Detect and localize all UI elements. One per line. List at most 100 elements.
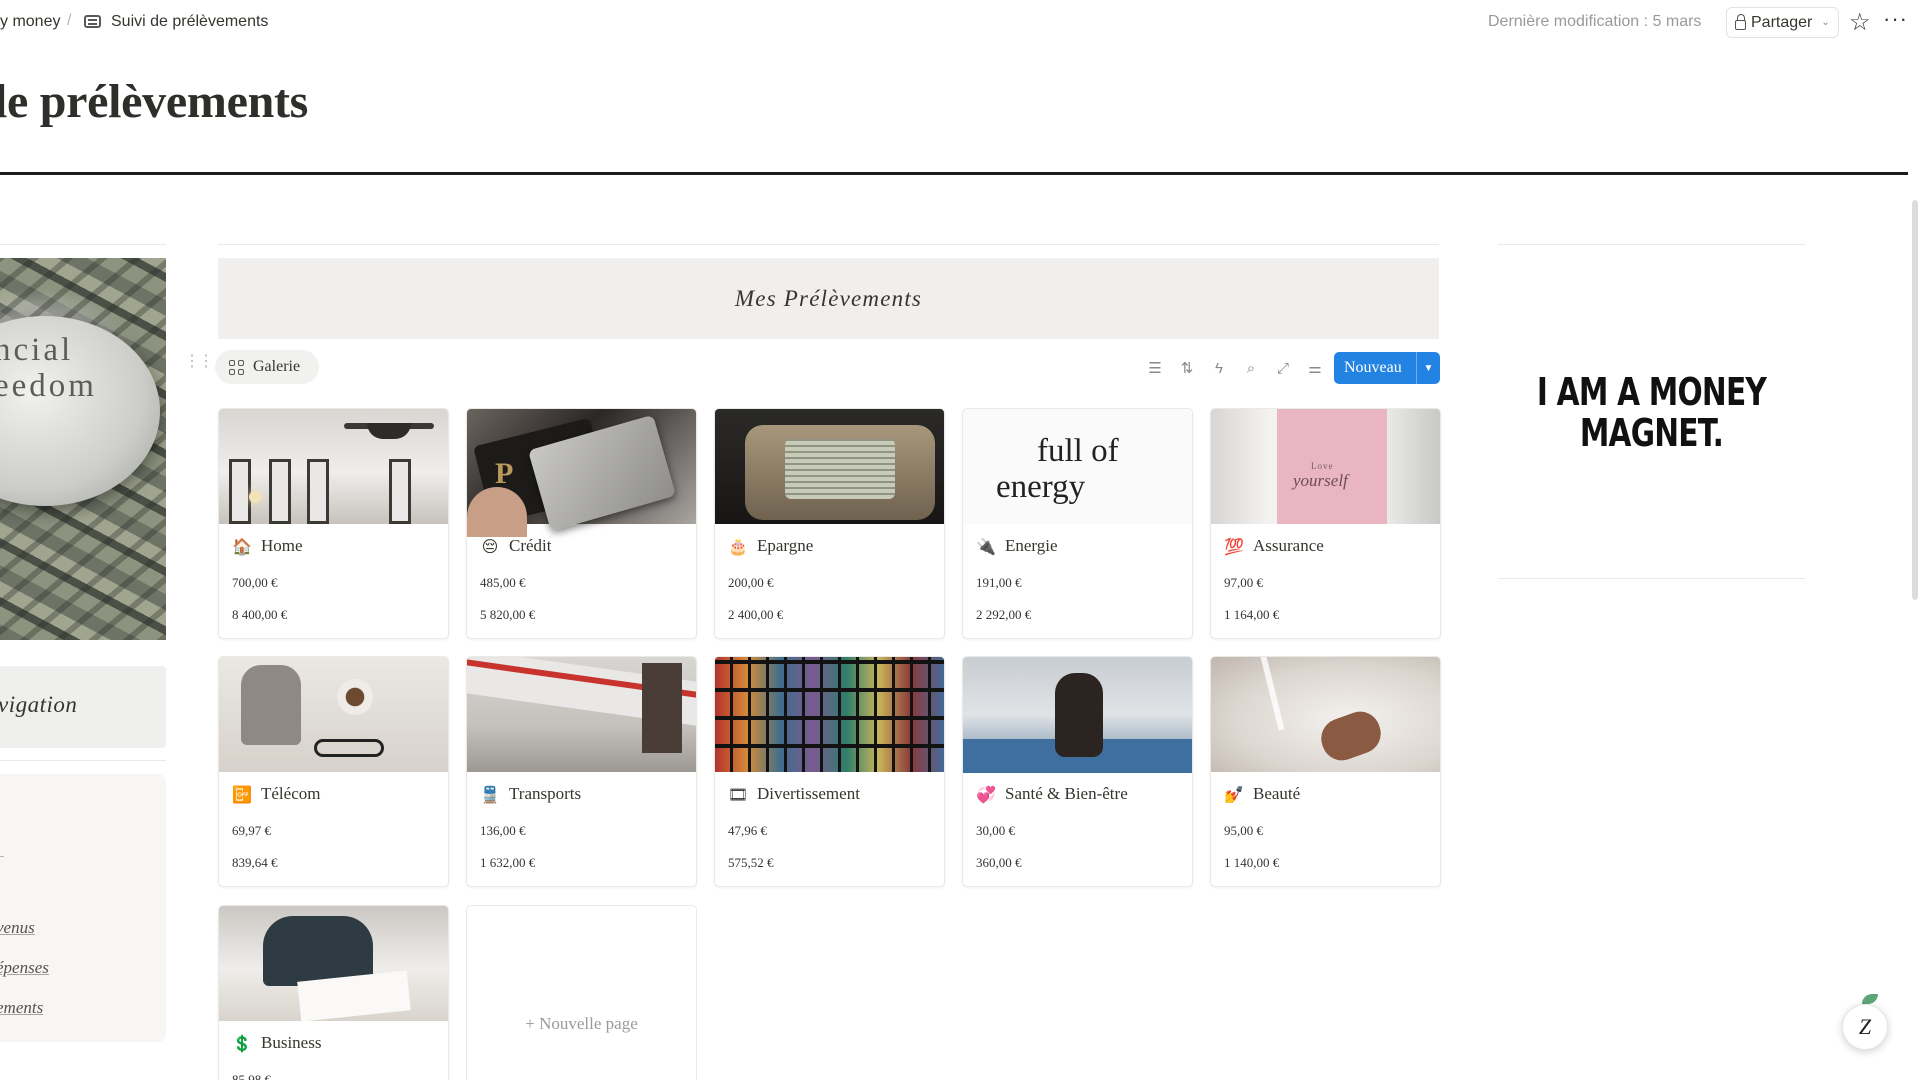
card-title: Epargne bbox=[757, 536, 814, 555]
gallery-card-sante[interactable]: 💞 Santé & Bien-être 30,00 € 360,00 € bbox=[962, 656, 1193, 887]
card-yearly-amount: 1 140,00 € bbox=[1224, 855, 1280, 870]
share-button[interactable]: Partager ⌄ bbox=[1726, 7, 1839, 38]
card-title: Transports bbox=[509, 784, 582, 803]
chevron-down-icon[interactable]: ▼ bbox=[1417, 363, 1440, 374]
card-cover-image bbox=[715, 657, 944, 772]
gallery-card-assurance[interactable]: Love yourself 💯 Assurance 97,00 € 1 164,0… bbox=[1210, 408, 1441, 639]
top-bar: y money / Suivi de prélèvements Dernière… bbox=[0, 0, 1920, 45]
card-cover-image bbox=[219, 906, 448, 1022]
nav-link-depenses[interactable]: épenses bbox=[0, 958, 49, 978]
hundred-points-icon: 💯 bbox=[1224, 536, 1244, 556]
card-yearly-amount: 839,64 € bbox=[232, 855, 278, 870]
card-monthly-amount: 191,00 € bbox=[976, 575, 1022, 590]
search-icon[interactable]: ⌕ bbox=[1235, 356, 1267, 380]
card-monthly-amount: 47,96 € bbox=[728, 823, 767, 838]
gallery-card-transports[interactable]: 🚆 Transports 136,00 € 1 632,00 € bbox=[466, 656, 697, 887]
cover-text-line-2: energy bbox=[996, 469, 1086, 505]
page-icon bbox=[84, 15, 101, 28]
train-icon: 🚆 bbox=[480, 784, 500, 804]
card-monthly-amount: 30,00 € bbox=[976, 823, 1015, 838]
share-label: Partager bbox=[1751, 13, 1813, 31]
gallery-grid-icon bbox=[229, 359, 244, 375]
gallery-card-divertissement[interactable]: 🎞 Divertissement 47,96 € 575,52 € bbox=[714, 656, 945, 887]
image-text-2: eedom bbox=[0, 368, 97, 404]
scrollbar[interactable] bbox=[1912, 200, 1918, 600]
automation-icon[interactable]: ϟ bbox=[1203, 356, 1235, 380]
filter-icon[interactable]: ☰ bbox=[1139, 356, 1171, 380]
card-monthly-amount: 85,98 € bbox=[232, 1072, 271, 1080]
card-monthly-amount: 97,00 € bbox=[1224, 575, 1263, 590]
card-cover-image: P bbox=[467, 409, 696, 537]
divider bbox=[1498, 578, 1805, 579]
card-yearly-amount: 360,00 € bbox=[976, 855, 1022, 870]
divider bbox=[0, 760, 166, 761]
new-button-label: Nouveau bbox=[1344, 359, 1402, 376]
gallery-card-energie[interactable]: full of energy 🔌 Energie 191,00 € 2 292,0… bbox=[962, 408, 1193, 639]
card-cover-image bbox=[219, 409, 448, 524]
card-yearly-amount: 2 400,00 € bbox=[728, 607, 784, 622]
gallery-card-business[interactable]: 💲 Business 85,98 € bbox=[218, 905, 449, 1080]
tab-galerie[interactable]: Galerie bbox=[215, 350, 319, 384]
money-magnet-quote: I AM A MONEY MAGNET. bbox=[1532, 372, 1771, 454]
card-cover-image bbox=[963, 657, 1192, 773]
card-title: Assurance bbox=[1253, 536, 1324, 555]
settings-icon[interactable]: ⚌ bbox=[1299, 356, 1331, 380]
gallery-card-epargne[interactable]: 🎂 Epargne 200,00 € 2 400,00 € bbox=[714, 408, 945, 639]
card-title: Crédit bbox=[509, 536, 552, 555]
card-monthly-amount: 485,00 € bbox=[480, 575, 526, 590]
card-title: Beauté bbox=[1253, 784, 1301, 803]
navigation-header: vigation bbox=[0, 666, 166, 748]
card-cover-image: Love yourself bbox=[1211, 409, 1440, 524]
tab-galerie-label: Galerie bbox=[253, 358, 301, 375]
chevron-down-icon: ⌄ bbox=[1821, 17, 1830, 28]
quote-line-2: MAGNET. bbox=[1579, 411, 1724, 455]
more-icon[interactable]: ··· bbox=[1883, 6, 1908, 32]
divider bbox=[0, 244, 166, 245]
pensive-face-icon: 😔 bbox=[481, 536, 499, 556]
navigation-links: venus épenses ements bbox=[0, 774, 166, 1042]
new-button[interactable]: Nouveau ▼ bbox=[1334, 352, 1440, 384]
lock-icon bbox=[1735, 13, 1746, 30]
card-cover-image bbox=[715, 409, 944, 524]
cover-text-script: yourself bbox=[1293, 471, 1348, 490]
help-button[interactable]: Z bbox=[1842, 1004, 1888, 1050]
quote-line-1: I AM A MONEY bbox=[1536, 370, 1767, 414]
card-yearly-amount: 575,52 € bbox=[728, 855, 774, 870]
card-monthly-amount: 136,00 € bbox=[480, 823, 526, 838]
divider bbox=[1498, 244, 1805, 245]
nail-polish-icon: 💅 bbox=[1224, 784, 1244, 804]
drag-handle-icon[interactable]: ⋮⋮ bbox=[184, 354, 214, 370]
card-cover-image bbox=[1211, 657, 1440, 772]
card-monthly-amount: 95,00 € bbox=[1224, 823, 1263, 838]
gallery-card-telecom[interactable]: 📴 Télécom 69,97 € 839,64 € bbox=[218, 656, 449, 887]
gallery-card-beaute[interactable]: 💅 Beauté 95,00 € 1 140,00 € bbox=[1210, 656, 1441, 887]
card-yearly-amount: 2 292,00 € bbox=[976, 607, 1032, 622]
divider bbox=[218, 244, 1439, 245]
card-yearly-amount: 1 164,00 € bbox=[1224, 607, 1280, 622]
gallery-header: Mes Prélèvements bbox=[218, 258, 1439, 339]
new-page-card[interactable]: + Nouvelle page bbox=[466, 905, 697, 1080]
nav-link-prelevements[interactable]: ements bbox=[0, 998, 43, 1018]
card-title: Home bbox=[261, 536, 303, 555]
gallery-card-home[interactable]: 🏠 Home 700,00 € 8 400,00 € bbox=[218, 408, 449, 639]
star-icon[interactable]: ☆ bbox=[1849, 8, 1871, 37]
cover-text-small: Love bbox=[1311, 461, 1334, 471]
cover-letter: P bbox=[495, 457, 514, 490]
database-toolbar: ☰ ⇅ ϟ ⌕ ⤢ ⚌ bbox=[1139, 356, 1331, 380]
gallery-title: Mes Prélèvements bbox=[734, 285, 923, 311]
financial-freedom-image: ncial eedom bbox=[0, 258, 166, 640]
card-title: Santé & Bien-être bbox=[1005, 784, 1128, 803]
card-title: Télécom bbox=[261, 784, 321, 803]
nav-link-revenus[interactable]: venus bbox=[0, 918, 35, 938]
breadcrumb-parent[interactable]: y money bbox=[0, 13, 60, 31]
card-cover-image bbox=[467, 657, 696, 772]
card-monthly-amount: 700,00 € bbox=[232, 575, 278, 590]
sort-icon[interactable]: ⇅ bbox=[1171, 356, 1203, 380]
card-yearly-amount: 1 632,00 € bbox=[480, 855, 536, 870]
card-cover-image bbox=[219, 657, 448, 772]
expand-icon[interactable]: ⤢ bbox=[1267, 356, 1299, 380]
breadcrumb-current[interactable]: Suivi de prélèvements bbox=[111, 13, 268, 31]
leaf-icon bbox=[1862, 994, 1878, 1004]
card-monthly-amount: 69,97 € bbox=[232, 823, 271, 838]
gallery-card-credit[interactable]: P 😔 Crédit 485,00 € 5 820,00 € bbox=[466, 408, 697, 639]
